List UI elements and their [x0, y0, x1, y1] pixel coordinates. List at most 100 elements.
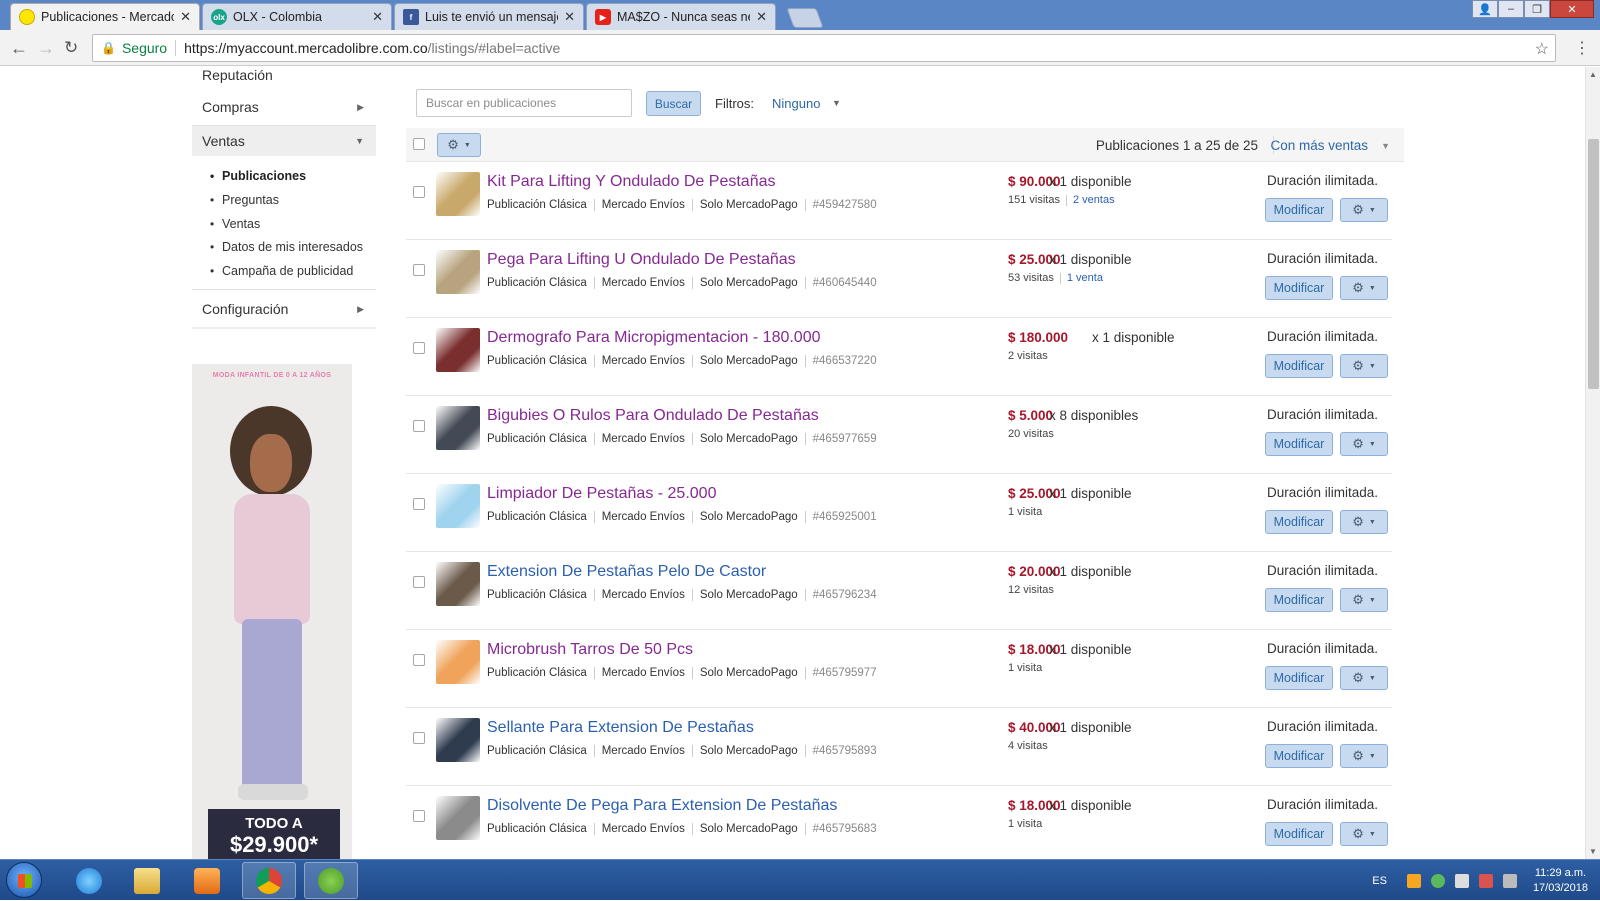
new-tab-button[interactable] [786, 8, 824, 28]
tab-youtube[interactable]: ▶ MA$ZO - Nunca seas ne ✕ [586, 3, 776, 30]
listing-actions-button[interactable]: ⚙ ▼ [1340, 588, 1388, 612]
listing-sales-link[interactable]: 1 venta [1067, 272, 1103, 284]
ad-banner[interactable]: MODA INFANTIL DE 0 A 12 AÑOS TODO A $29.… [192, 364, 352, 859]
sidebar-item-compras[interactable]: Compras ▶ [192, 97, 376, 117]
modify-button[interactable]: Modificar [1265, 744, 1333, 768]
listing-thumbnail[interactable] [436, 640, 480, 684]
listing-thumbnail[interactable] [436, 718, 480, 762]
listing-thumbnail[interactable] [436, 484, 480, 528]
browser-menu-icon[interactable]: ⋮ [1574, 38, 1590, 58]
search-input[interactable] [416, 89, 632, 117]
minimize-button[interactable]: – [1498, 0, 1524, 18]
listing-checkbox[interactable] [413, 342, 425, 354]
listing-sales-link[interactable]: 2 ventas [1073, 194, 1115, 206]
listing-actions-button[interactable]: ⚙ ▼ [1340, 276, 1388, 300]
listing-thumbnail[interactable] [436, 406, 480, 450]
bulk-actions-button[interactable]: ⚙ ▼ [437, 133, 481, 157]
modify-button[interactable]: Modificar [1265, 432, 1333, 456]
address-bar[interactable]: 🔒 Seguro https://myaccount.mercadolibre.… [92, 34, 1556, 62]
close-window-button[interactable]: ✕ [1550, 0, 1594, 18]
select-all-checkbox[interactable] [413, 138, 425, 150]
sidebar-subitem-preguntas[interactable]: Preguntas [210, 193, 279, 207]
listing-title[interactable]: Microbrush Tarros De 50 Pcs [487, 641, 693, 659]
close-icon[interactable]: ✕ [564, 9, 575, 25]
scroll-up-icon[interactable]: ▲ [1589, 70, 1597, 79]
taskbar-app-chrome[interactable] [242, 862, 296, 899]
sidebar-subitem-interesados[interactable]: Datos de mis interesados [210, 240, 363, 254]
listing-thumbnail[interactable] [436, 562, 480, 606]
listing-title[interactable]: Bigubies O Rulos Para Ondulado De Pestañ… [487, 407, 819, 425]
scroll-down-icon[interactable]: ▼ [1589, 847, 1597, 856]
listing-checkbox[interactable] [413, 810, 425, 822]
listing-actions-button[interactable]: ⚙ ▼ [1340, 666, 1388, 690]
listing-checkbox[interactable] [413, 186, 425, 198]
listing-title[interactable]: Disolvente De Pega Para Extension De Pes… [487, 797, 837, 815]
reload-icon[interactable]: ↻ [64, 38, 78, 58]
listing-checkbox[interactable] [413, 576, 425, 588]
taskbar-app-utorrent[interactable] [304, 862, 358, 899]
close-icon[interactable]: ✕ [372, 9, 383, 25]
sidebar-subitem-publicaciones[interactable]: Publicaciones [210, 169, 306, 183]
notification-icon[interactable] [1406, 873, 1421, 888]
back-icon[interactable]: ← [10, 38, 28, 59]
search-button[interactable]: Buscar [646, 91, 701, 116]
chevron-down-icon[interactable]: ▼ [832, 98, 841, 108]
taskbar-app-ie[interactable] [62, 862, 116, 899]
modify-button[interactable]: Modificar [1265, 510, 1333, 534]
sidebar-subitem-campana[interactable]: Campaña de publicidad [210, 264, 353, 278]
modify-button[interactable]: Modificar [1265, 822, 1333, 846]
modify-button[interactable]: Modificar [1265, 276, 1333, 300]
start-button[interactable] [6, 862, 42, 898]
listing-actions-button[interactable]: ⚙ ▼ [1340, 354, 1388, 378]
listing-thumbnail[interactable] [436, 250, 480, 294]
listing-title[interactable]: Dermografo Para Micropigmentacion - 180.… [487, 329, 821, 347]
close-icon[interactable]: ✕ [756, 9, 767, 25]
user-icon[interactable]: 👤 [1472, 0, 1498, 18]
sidebar-item-ventas[interactable]: Ventas ▼ [192, 126, 376, 156]
listing-title[interactable]: Limpiador De Pestañas - 25.000 [487, 485, 716, 503]
sidebar-subitem-ventas[interactable]: Ventas [210, 217, 260, 231]
listing-checkbox[interactable] [413, 498, 425, 510]
page-scrollbar[interactable]: ▲ ▼ [1585, 67, 1600, 859]
network-icon[interactable] [1478, 873, 1493, 888]
taskbar-app-explorer[interactable] [120, 862, 174, 899]
chevron-down-icon[interactable]: ▼ [1381, 141, 1390, 151]
tab-olx[interactable]: olx OLX - Colombia ✕ [202, 3, 392, 30]
utorrent-tray-icon[interactable] [1430, 873, 1445, 888]
listing-title[interactable]: Pega Para Lifting U Ondulado De Pestañas [487, 251, 796, 269]
listing-actions-button[interactable]: ⚙ ▼ [1340, 198, 1388, 222]
listing-actions-button[interactable]: ⚙ ▼ [1340, 510, 1388, 534]
listing-title[interactable]: Extension De Pestañas Pelo De Castor [487, 563, 766, 581]
forward-icon[interactable]: → [37, 38, 55, 59]
modify-button[interactable]: Modificar [1265, 354, 1333, 378]
sidebar-item-reputacion[interactable]: Reputación [192, 67, 376, 85]
sort-dropdown[interactable]: Con más ventas [1270, 138, 1368, 153]
listing-title[interactable]: Sellante Para Extension De Pestañas [487, 719, 754, 737]
listing-actions-button[interactable]: ⚙ ▼ [1340, 822, 1388, 846]
modify-button[interactable]: Modificar [1265, 588, 1333, 612]
modify-button[interactable]: Modificar [1265, 666, 1333, 690]
listing-thumbnail[interactable] [436, 172, 480, 216]
signal-icon[interactable] [1502, 873, 1517, 888]
filters-dropdown[interactable]: Ninguno [772, 96, 820, 111]
close-icon[interactable]: ✕ [180, 9, 191, 25]
listing-checkbox[interactable] [413, 654, 425, 666]
listing-checkbox[interactable] [413, 732, 425, 744]
tab-facebook[interactable]: f Luis te envió un mensaje ✕ [394, 3, 584, 30]
tab-publicaciones[interactable]: Publicaciones - Mercadolibre ✕ [10, 3, 200, 30]
taskbar-app-media[interactable] [180, 862, 234, 899]
volume-icon[interactable] [1454, 873, 1469, 888]
listing-thumbnail[interactable] [436, 328, 480, 372]
sidebar-item-configuracion[interactable]: Configuración ▶ [192, 299, 376, 319]
clock[interactable]: 11:29 a.m. 17/03/2018 [1533, 866, 1588, 896]
listing-actions-button[interactable]: ⚙ ▼ [1340, 432, 1388, 456]
listing-actions-button[interactable]: ⚙ ▼ [1340, 744, 1388, 768]
listing-thumbnail[interactable] [436, 796, 480, 840]
restore-button[interactable]: ❐ [1524, 0, 1550, 18]
listing-checkbox[interactable] [413, 420, 425, 432]
listing-checkbox[interactable] [413, 264, 425, 276]
language-indicator[interactable]: ES [1372, 875, 1387, 887]
modify-button[interactable]: Modificar [1265, 198, 1333, 222]
scrollbar-thumb[interactable] [1588, 139, 1599, 389]
listing-title[interactable]: Kit Para Lifting Y Ondulado De Pestañas [487, 173, 775, 191]
